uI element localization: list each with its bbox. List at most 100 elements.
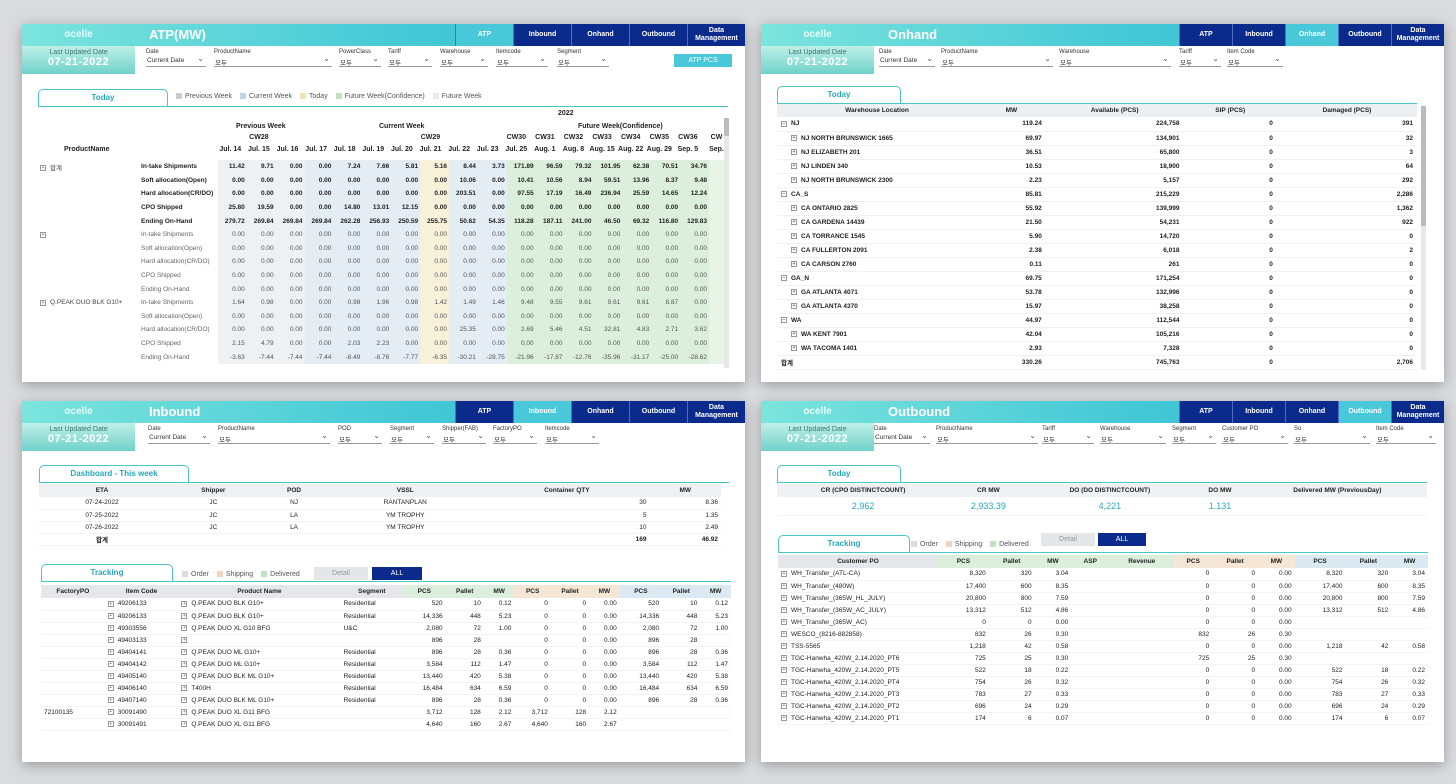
nav-outbound[interactable]: Outbound <box>1338 24 1391 46</box>
tab-divider <box>39 482 729 483</box>
filter-productname[interactable]: ProductName 모두 <box>214 49 332 67</box>
cell: 0.00 <box>1258 676 1295 689</box>
filter-itemcode[interactable]: Itemcode 모두 <box>545 426 599 444</box>
nav-onhand[interactable]: Onhand <box>571 401 629 423</box>
value-cell: 292 <box>1276 173 1417 188</box>
filter-warehouse[interactable]: Warehouse 모두 <box>1059 49 1171 67</box>
nav-data-management[interactable]: Data Management <box>1391 24 1444 46</box>
cell-text: T400H <box>191 684 211 692</box>
filter-date[interactable]: Date Current Date <box>148 426 210 444</box>
filter-factorypo[interactable]: FactoryPO 모두 <box>493 426 537 444</box>
nav-onhand[interactable]: Onhand <box>1285 401 1338 423</box>
detail-button[interactable]: Detail <box>1041 533 1095 546</box>
customer-po: TGC-Hanwha_420W_2.14.2020_PT2 <box>791 702 900 710</box>
kpi-header-row: CR (CPO DISTINCTCOUNT) CR MW DO (DO DISTIN… <box>777 484 1427 497</box>
filter-itemcode[interactable]: Itemcode 모두 <box>496 49 548 67</box>
cell: 112 <box>445 658 484 671</box>
filter-tariff[interactable]: Tariff 모두 <box>1042 426 1094 444</box>
tab-today[interactable]: Today <box>38 89 168 106</box>
scrollbar[interactable] <box>724 118 729 368</box>
filter-segment[interactable]: Segment 모두 <box>557 49 609 67</box>
nav-onhand[interactable]: Onhand <box>571 24 629 46</box>
tab-tracking[interactable]: Tracking <box>778 535 910 552</box>
filter-productname[interactable]: ProductName 모두 <box>941 49 1053 67</box>
cell: + TSS-5565 <box>778 640 938 653</box>
cell: 128 <box>445 706 484 719</box>
cell: + Q.PEAK DUO BLK ML G10+ <box>178 694 341 707</box>
filter-itemcode[interactable]: Item Code 모두 <box>1376 426 1436 444</box>
cell: 2.49 <box>649 521 721 534</box>
nav-data-management[interactable]: Data Management <box>687 401 745 423</box>
value-cell: 116.80 <box>651 214 681 228</box>
filter-date[interactable]: Date Current Date <box>146 49 206 67</box>
filter-pod[interactable]: POD 모두 <box>338 426 382 444</box>
value-cell: 0.00 <box>362 255 392 269</box>
nav-inbound[interactable]: Inbound <box>513 24 571 46</box>
filter-warehouse[interactable]: Warehouse 모두 <box>440 49 488 67</box>
table-row: +49206133 + Q.PEAK DUO BLK G10+ Residential… <box>41 610 731 623</box>
filter-powerclass[interactable]: PowerClass 모두 <box>339 49 381 67</box>
tab-today[interactable]: Today <box>777 86 901 103</box>
filter-tariff[interactable]: Tariff 모두 <box>1179 49 1221 67</box>
nav-data-management[interactable]: Data Management <box>1391 401 1444 423</box>
expand-icon: + <box>181 708 188 715</box>
atp-pcs-button[interactable]: ATP PCS <box>674 54 732 67</box>
nav-atp[interactable]: ATP <box>1179 24 1232 46</box>
nav-outbound[interactable]: Outbound <box>629 401 687 423</box>
cell: 1.35 <box>649 509 721 522</box>
filter-segment[interactable]: Segment 모두 <box>390 426 434 444</box>
tab-tracking[interactable]: Tracking <box>41 564 173 581</box>
filter-productname[interactable]: ProductName 모두 <box>936 426 1038 444</box>
value-cell: 7,328 <box>1045 341 1184 356</box>
nav-inbound[interactable]: Inbound <box>1232 24 1285 46</box>
cell: 0 <box>514 694 551 707</box>
brand-logo: ocelle <box>803 406 832 417</box>
nav-data-management[interactable]: Data Management <box>687 24 745 46</box>
header-row: Warehouse Location MW Available (PCS) SIP (… <box>777 104 1417 117</box>
detail-button[interactable]: Detail <box>314 567 368 580</box>
value-cell: 0.00 <box>680 282 709 296</box>
value-cell: 9.61 <box>622 295 652 310</box>
filter-date[interactable]: Date Current Date <box>874 426 930 444</box>
cell-text: Q.PEAK DUO BLK ML G10+ <box>191 672 275 680</box>
all-button[interactable]: ALL <box>1098 533 1146 546</box>
value-cell: 0.98 <box>391 295 421 310</box>
filter-segment[interactable]: Segment 모두 <box>1172 426 1216 444</box>
filter-date[interactable]: Date Current Date <box>879 49 935 67</box>
nav-atp[interactable]: ATP <box>1179 401 1232 423</box>
value-cell: 0.00 <box>680 268 709 283</box>
value-cell: 0.00 <box>506 336 536 351</box>
location-name: CA GARDENA 14439 <box>801 218 865 226</box>
filter-itemcode[interactable]: Item Code 모두 <box>1227 49 1283 67</box>
nav-outbound[interactable]: Outbound <box>1338 401 1391 423</box>
value-cell: 0 <box>1276 341 1417 356</box>
all-button[interactable]: ALL <box>372 567 422 580</box>
cell: 0.00 <box>589 682 620 695</box>
filter-tariff[interactable]: Tariff 모두 <box>388 49 432 67</box>
tab-today[interactable]: Today <box>777 465 901 482</box>
value-cell: 0 <box>1183 215 1277 230</box>
nav-inbound[interactable]: Inbound <box>1232 401 1285 423</box>
column-header: MW <box>1391 555 1428 568</box>
nav-atp[interactable]: ATP <box>455 401 513 423</box>
nav-onhand[interactable]: Onhand <box>1285 24 1338 46</box>
filter-customer-po[interactable]: Customer PO 모두 <box>1222 426 1288 444</box>
filter-shipper[interactable]: Shipper(FAB) 모두 <box>442 426 486 444</box>
cell-text: Q.PEAK DUO ML G10+ <box>191 648 261 656</box>
filter-so[interactable]: So 모두 <box>1294 426 1370 444</box>
cell-text: 30091491 <box>117 720 147 728</box>
cell: 0 <box>1174 664 1213 677</box>
nav-inbound[interactable]: Inbound <box>513 401 571 423</box>
filter-warehouse[interactable]: Warehouse 모두 <box>1100 426 1166 444</box>
nav-atp[interactable]: ATP <box>455 24 513 46</box>
tab-dashboard-this-week[interactable]: Dashboard - This week <box>39 465 189 482</box>
scrollbar[interactable] <box>1421 106 1426 370</box>
value-cell: 85.81 <box>977 187 1046 202</box>
expand-icon: + <box>181 612 188 619</box>
legend-shipping: Shipping <box>945 541 982 548</box>
value-cell: 69.32 <box>622 214 652 228</box>
filter-productname[interactable]: ProductName 모두 <box>218 426 330 444</box>
cell <box>41 634 105 647</box>
nav-outbound[interactable]: Outbound <box>629 24 687 46</box>
cell: 696 <box>938 700 989 713</box>
